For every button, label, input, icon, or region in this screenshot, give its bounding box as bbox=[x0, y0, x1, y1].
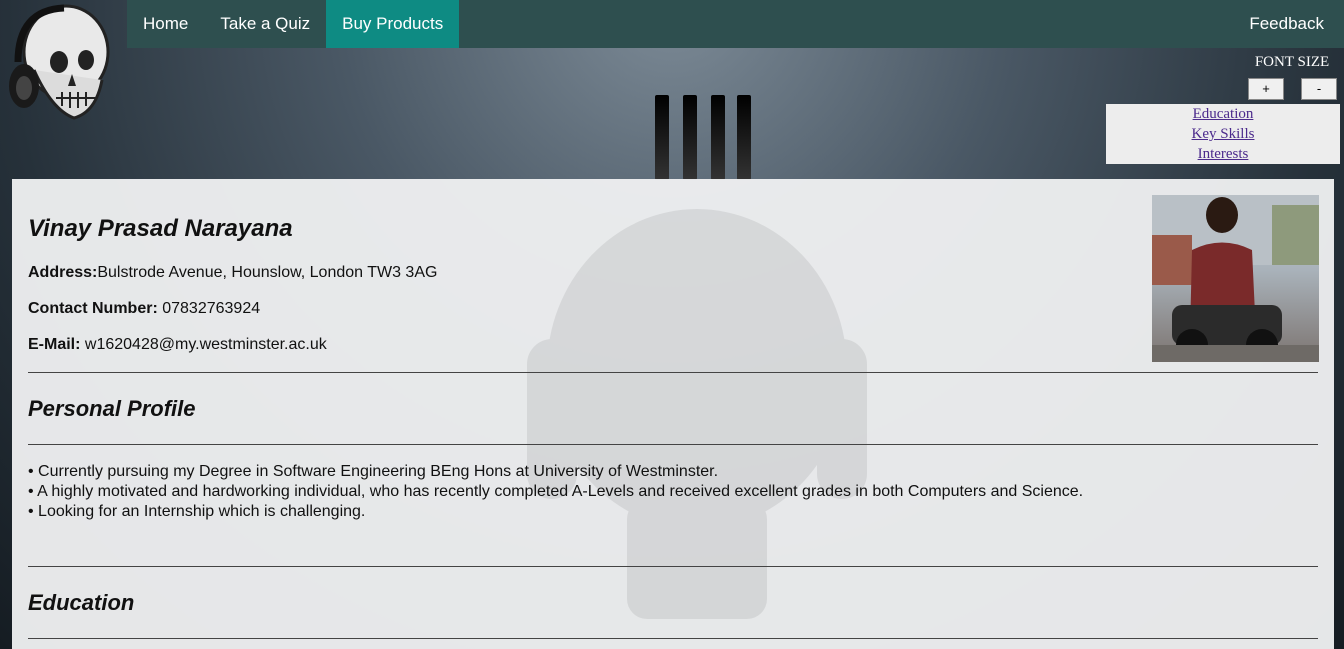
divider bbox=[28, 566, 1318, 567]
nav-buy-products[interactable]: Buy Products bbox=[326, 0, 460, 48]
nav-take-a-quiz[interactable]: Take a Quiz bbox=[204, 0, 326, 48]
contact-line: Contact Number: 07832763924 bbox=[28, 300, 260, 318]
address-label: Address: bbox=[28, 264, 98, 281]
skull-headphones-logo[interactable] bbox=[4, 0, 110, 128]
email-value: w1620428@my.westminster.ac.uk bbox=[84, 336, 327, 353]
link-key-skills[interactable]: Key Skills bbox=[1106, 124, 1340, 144]
address-line: Address:Bulstrode Avenue, Hounslow, Lond… bbox=[28, 264, 437, 282]
section-title-personal-profile: Personal Profile bbox=[28, 396, 196, 421]
nav-feedback[interactable]: Feedback bbox=[1233, 0, 1344, 48]
contact-label: Contact Number: bbox=[28, 300, 158, 317]
link-interests[interactable]: Interests bbox=[1106, 144, 1340, 164]
section-title-education: Education bbox=[28, 590, 135, 615]
link-education[interactable]: Education bbox=[1106, 104, 1340, 124]
divider bbox=[28, 444, 1318, 445]
quick-links-panel: Education Key Skills Interests bbox=[1106, 104, 1340, 164]
address-value: Bulstrode Avenue, Hounslow, London TW3 3… bbox=[97, 264, 438, 281]
personal-profile-list: • Currently pursuing my Degree in Softwa… bbox=[28, 462, 1083, 522]
font-increase-button[interactable]: + bbox=[1248, 78, 1284, 100]
list-item: • A highly motivated and hardworking ind… bbox=[28, 483, 1084, 500]
divider bbox=[28, 372, 1318, 373]
cv-content: Vinay Prasad Narayana Address:Bulstrode … bbox=[12, 179, 1334, 649]
top-navbar: Home Take a Quiz Buy Products Feedback bbox=[127, 0, 1344, 48]
nav-home[interactable]: Home bbox=[127, 0, 204, 48]
font-size-label: FONT SIZE bbox=[1254, 54, 1330, 70]
contact-value: 07832763924 bbox=[162, 300, 261, 317]
email-line: E-Mail: w1620428@my.westminster.ac.uk bbox=[28, 336, 327, 354]
font-size-control: FONT SIZE + - bbox=[1244, 54, 1340, 100]
background-decoration bbox=[655, 95, 755, 180]
divider bbox=[28, 638, 1318, 639]
list-item: • Currently pursuing my Degree in Softwa… bbox=[28, 463, 719, 480]
person-name: Vinay Prasad Narayana bbox=[28, 215, 293, 242]
list-item: • Looking for an Internship which is cha… bbox=[28, 503, 366, 520]
profile-photo bbox=[1152, 195, 1319, 362]
email-label: E-Mail: bbox=[28, 336, 81, 353]
font-decrease-button[interactable]: - bbox=[1301, 78, 1337, 100]
skull-watermark bbox=[527, 209, 867, 619]
